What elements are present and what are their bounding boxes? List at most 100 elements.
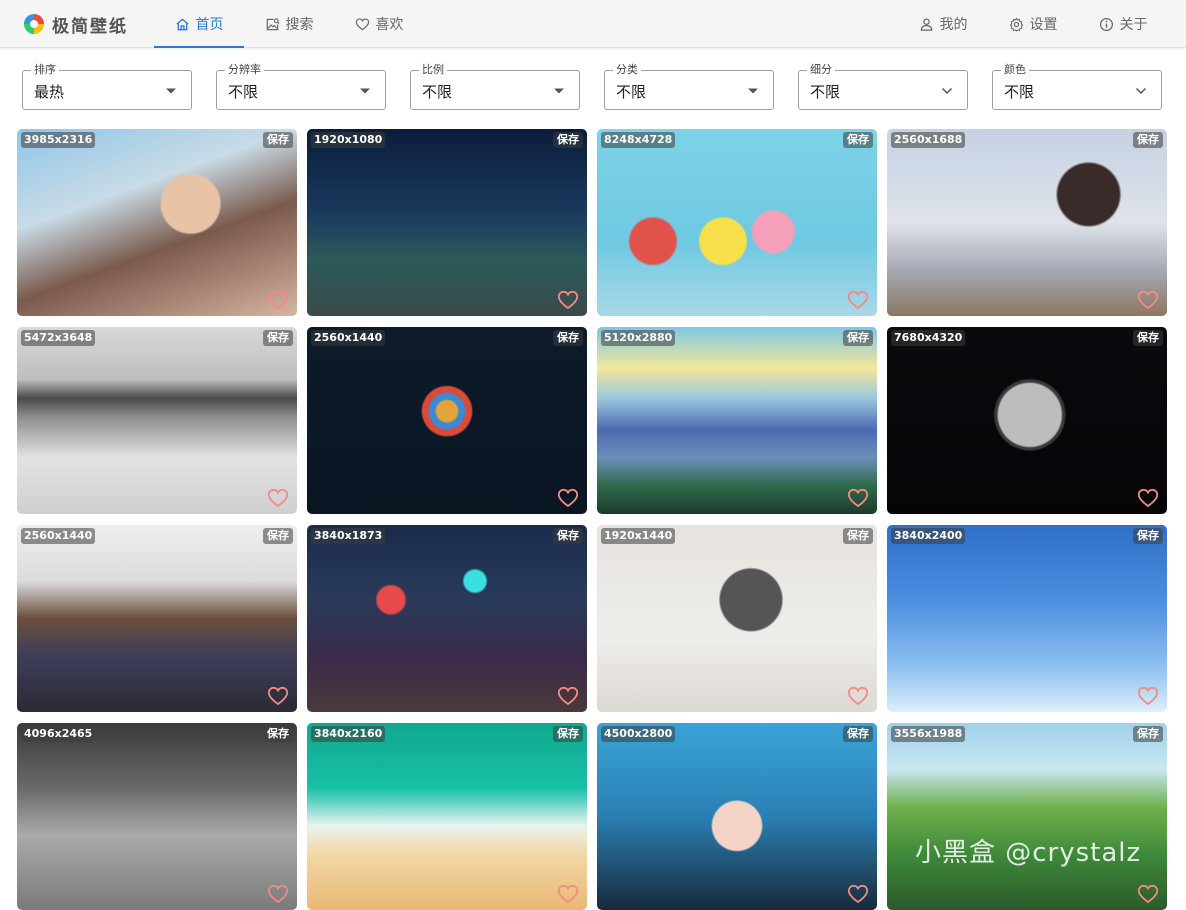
wallpaper-card[interactable]: 1920x1080 保存 (307, 129, 587, 316)
favorite-heart-icon[interactable] (1137, 686, 1159, 706)
save-button[interactable]: 保存 (553, 132, 583, 148)
about-label: 关于 (1119, 17, 1148, 33)
my-account-button[interactable]: 我的 (898, 0, 988, 48)
save-button[interactable]: 保存 (843, 726, 873, 742)
wallpaper-card[interactable]: 1920x1440 保存 (597, 525, 877, 712)
wallpaper-card[interactable]: 3556x1988 保存 (887, 723, 1167, 910)
wallpaper-thumbnail[interactable] (307, 327, 587, 514)
filter-sort[interactable]: 排序 最热 (22, 63, 192, 110)
save-button[interactable]: 保存 (263, 726, 293, 742)
wallpaper-card[interactable]: 2560x1440 保存 (17, 525, 297, 712)
filter-resolution[interactable]: 分辨率 不限 (216, 63, 386, 110)
wallpaper-thumbnail[interactable] (307, 525, 587, 712)
favorite-heart-icon[interactable] (557, 290, 579, 310)
about-button[interactable]: 关于 (1078, 0, 1168, 48)
wallpaper-card[interactable]: 5120x2880 保存 (597, 327, 877, 514)
save-button[interactable]: 保存 (263, 330, 293, 346)
user-nav: 我的 设置 关于 (898, 0, 1168, 48)
save-button[interactable]: 保存 (1133, 132, 1163, 148)
tab-home[interactable]: 首页 (154, 0, 244, 48)
tab-favorites[interactable]: 喜欢 (334, 0, 424, 48)
wallpaper-thumbnail[interactable] (17, 525, 297, 712)
tab-favorites-label: 喜欢 (375, 17, 404, 33)
home-icon (175, 17, 189, 30)
wallpaper-card[interactable]: 3840x1873 保存 (307, 525, 587, 712)
wallpaper-card[interactable]: 4500x2800 保存 (597, 723, 877, 910)
tab-search-label: 搜索 (285, 17, 314, 33)
wallpaper-thumbnail[interactable] (17, 129, 297, 316)
favorite-heart-icon[interactable] (1137, 290, 1159, 310)
wallpaper-thumbnail[interactable] (887, 327, 1167, 514)
logo-icon (24, 14, 44, 34)
wallpaper-thumbnail[interactable] (307, 723, 587, 910)
wallpaper-card[interactable]: 8248x4728 保存 (597, 129, 877, 316)
my-account-label: 我的 (939, 17, 968, 33)
resolution-badge: 3985x2316 (21, 132, 96, 148)
save-button[interactable]: 保存 (553, 330, 583, 346)
filter-category[interactable]: 分类 不限 (604, 63, 774, 110)
caret-down-icon (554, 88, 564, 94)
favorite-heart-icon[interactable] (267, 884, 289, 904)
filter-value: 不限 (616, 83, 647, 101)
save-button[interactable]: 保存 (553, 726, 583, 742)
wallpaper-thumbnail[interactable] (597, 723, 877, 910)
save-button[interactable]: 保存 (1133, 330, 1163, 346)
save-button[interactable]: 保存 (553, 528, 583, 544)
save-button[interactable]: 保存 (263, 528, 293, 544)
wallpaper-card[interactable]: 5472x3648 保存 (17, 327, 297, 514)
favorite-heart-icon[interactable] (557, 884, 579, 904)
wallpaper-thumbnail[interactable] (597, 327, 877, 514)
favorite-heart-icon[interactable] (847, 488, 869, 508)
favorite-heart-icon[interactable] (1137, 488, 1159, 508)
favorite-heart-icon[interactable] (557, 686, 579, 706)
wallpaper-thumbnail[interactable] (887, 129, 1167, 316)
wallpaper-thumbnail[interactable] (17, 723, 297, 910)
save-button[interactable]: 保存 (843, 528, 873, 544)
wallpaper-card[interactable]: 3840x2160 保存 (307, 723, 587, 910)
wallpaper-thumbnail[interactable] (17, 327, 297, 514)
save-button[interactable]: 保存 (843, 132, 873, 148)
wallpaper-thumbnail[interactable] (597, 129, 877, 316)
favorite-heart-icon[interactable] (557, 488, 579, 508)
image-search-icon (266, 17, 279, 30)
filter-value: 不限 (228, 83, 259, 101)
wallpaper-thumbnail[interactable] (307, 129, 587, 316)
filter-label: 细分 (807, 63, 835, 77)
filter-ratio[interactable]: 比例 不限 (410, 63, 580, 110)
resolution-badge: 2560x1688 (891, 132, 966, 148)
filter-label: 分辨率 (225, 63, 264, 77)
filter-subcategory[interactable]: 细分 不限 (798, 63, 968, 110)
wallpaper-thumbnail[interactable] (597, 525, 877, 712)
settings-button[interactable]: 设置 (988, 0, 1078, 48)
favorite-heart-icon[interactable] (267, 686, 289, 706)
save-button[interactable]: 保存 (1133, 528, 1163, 544)
favorite-heart-icon[interactable] (267, 488, 289, 508)
brand[interactable]: 极简壁纸 (24, 12, 128, 37)
wallpaper-card[interactable]: 4096x2465 保存 (17, 723, 297, 910)
favorite-heart-icon[interactable] (267, 290, 289, 310)
save-button[interactable]: 保存 (1133, 726, 1163, 742)
wallpaper-thumbnail[interactable] (887, 525, 1167, 712)
save-button[interactable]: 保存 (263, 132, 293, 148)
favorite-heart-icon[interactable] (847, 290, 869, 310)
wallpaper-card[interactable]: 3985x2316 保存 (17, 129, 297, 316)
filter-value: 不限 (810, 83, 841, 101)
filter-bar: 排序 最热 分辨率 不限 比例 不限 分类 不限 细分 不限 颜色 不限 (22, 63, 1164, 112)
favorite-heart-icon[interactable] (1137, 884, 1159, 904)
resolution-badge: 5120x2880 (601, 330, 676, 346)
wallpaper-card[interactable]: 2560x1440 保存 (307, 327, 587, 514)
tab-search[interactable]: 搜索 (244, 0, 334, 48)
favorite-heart-icon[interactable] (847, 686, 869, 706)
gear-icon (1009, 17, 1023, 32)
wallpaper-card[interactable]: 2560x1688 保存 (887, 129, 1167, 316)
wallpaper-card[interactable]: 7680x4320 保存 (887, 327, 1167, 514)
wallpaper-thumbnail[interactable] (887, 723, 1167, 910)
save-button[interactable]: 保存 (843, 330, 873, 346)
filter-label: 比例 (419, 63, 447, 77)
resolution-badge: 3556x1988 (891, 726, 966, 742)
resolution-badge: 4096x2465 (21, 726, 96, 742)
wallpaper-card[interactable]: 3840x2400 保存 (887, 525, 1167, 712)
filter-label: 分类 (613, 63, 641, 77)
favorite-heart-icon[interactable] (847, 884, 869, 904)
filter-color[interactable]: 颜色 不限 (992, 63, 1162, 110)
